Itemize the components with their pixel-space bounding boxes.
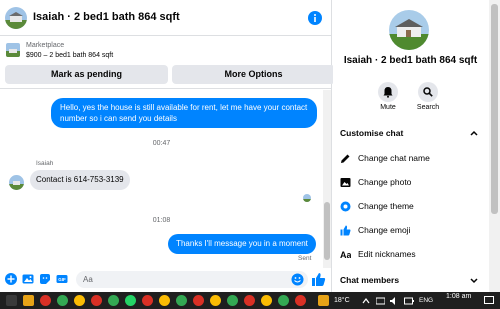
listing-tag: Marketplace [26, 42, 65, 49]
chrome-icon[interactable] [278, 295, 289, 306]
outgoing-message[interactable]: Thanks I'll message you in a moment [168, 234, 316, 254]
search-icon [423, 87, 433, 97]
message-input-placeholder: Aa [83, 275, 93, 284]
weather-temperature[interactable]: 18°C [334, 297, 350, 304]
nickname-icon: Aa [340, 250, 351, 260]
chrome-icon[interactable] [91, 295, 102, 306]
option-change-emoji[interactable]: Change emoji [340, 224, 485, 238]
gif-icon[interactable]: GIF [56, 273, 68, 285]
start-icon[interactable] [6, 295, 17, 306]
chrome-icon[interactable] [193, 295, 204, 306]
option-label: Change photo [358, 177, 412, 187]
battery-icon[interactable] [404, 297, 414, 305]
clock[interactable]: 1:08 am [446, 293, 471, 300]
chevron-up-icon[interactable] [362, 297, 370, 305]
like-icon[interactable] [311, 272, 326, 287]
chrome-icon[interactable] [57, 295, 68, 306]
chrome-icon[interactable] [227, 295, 238, 306]
conversation-details-panel: Isaiah · 2 bed1 bath 864 sqft Mute Searc… [333, 0, 488, 292]
message-input[interactable]: Aa [76, 271, 308, 288]
option-change-chat-name[interactable]: Change chat name [340, 152, 485, 166]
option-change-photo[interactable]: Change photo [340, 176, 485, 190]
chrome-icon[interactable] [176, 295, 187, 306]
volume-icon[interactable] [390, 297, 399, 305]
sticker-icon[interactable] [39, 273, 51, 285]
theme-icon [340, 201, 351, 212]
option-label: Edit nicknames [358, 249, 416, 259]
more-options-button[interactable]: More Options [172, 65, 335, 84]
message-composer: GIF Aa [0, 268, 331, 292]
whatsapp-icon[interactable] [125, 295, 136, 306]
conversation-avatar[interactable] [389, 10, 429, 50]
network-icon[interactable] [376, 297, 385, 305]
sender-avatar[interactable] [9, 175, 24, 190]
chevron-down-icon[interactable] [469, 275, 479, 285]
language-indicator[interactable]: ENG [419, 297, 433, 304]
pencil-icon [341, 154, 350, 163]
chat-header: Isaiah · 2 bed1 bath 864 sqft [0, 0, 331, 36]
search-label: Search [416, 104, 440, 111]
search-button[interactable] [418, 82, 438, 102]
outgoing-message[interactable]: Hello, yes the house is still available … [51, 98, 317, 128]
sender-name: Isaiah [36, 160, 54, 167]
chat-members-heading[interactable]: Chat members [340, 275, 399, 285]
app-icon[interactable] [40, 295, 51, 306]
emoji-icon[interactable] [291, 273, 304, 286]
panel-scrollbar[interactable] [489, 0, 500, 292]
option-edit-nicknames[interactable]: Aa Edit nicknames [340, 248, 485, 262]
chrome-icon[interactable] [159, 295, 170, 306]
bell-icon [383, 87, 393, 98]
chrome-icon[interactable] [142, 295, 153, 306]
taskbar: 18°C ENG 1:08 am [0, 292, 500, 309]
message-thread: Hello, yes the house is still available … [0, 90, 331, 268]
read-receipt-avatar [303, 194, 311, 202]
file-explorer-icon[interactable] [23, 295, 34, 306]
image-icon[interactable] [22, 273, 34, 285]
listing-summary[interactable]: $900 – 2 bed1 bath 864 sqft [26, 52, 113, 59]
customise-chat-heading[interactable]: Customise chat [340, 128, 403, 138]
mute-label: Mute [380, 104, 396, 111]
like-icon [340, 225, 351, 236]
mark-as-pending-button[interactable]: Mark as pending [5, 65, 168, 84]
mute-button[interactable] [378, 82, 398, 102]
timestamp: 00:47 [152, 140, 171, 147]
option-label: Change theme [358, 201, 414, 211]
svg-text:GIF: GIF [58, 277, 66, 282]
plus-circle-icon[interactable] [5, 273, 17, 285]
chrome-icon[interactable] [295, 295, 306, 306]
scroll-thumb[interactable] [491, 4, 498, 214]
option-label: Change emoji [358, 225, 411, 235]
chrome-icon[interactable] [210, 295, 221, 306]
conversation-title: Isaiah · 2 bed1 bath 864 sqft [343, 55, 478, 66]
chrome-icon[interactable] [74, 295, 85, 306]
avatar[interactable] [5, 7, 27, 29]
sent-status: Sent [298, 255, 312, 262]
chat-title[interactable]: Isaiah · 2 bed1 bath 864 sqft [33, 11, 180, 23]
chrome-icon[interactable] [261, 295, 272, 306]
chat-window: Isaiah · 2 bed1 bath 864 sqft Marketplac… [0, 0, 335, 292]
info-icon[interactable] [308, 11, 322, 25]
chrome-icon[interactable] [108, 295, 119, 306]
chevron-up-icon[interactable] [469, 128, 479, 138]
listing-thumbnail[interactable] [6, 43, 20, 57]
scroll-thumb[interactable] [324, 202, 330, 260]
timestamp: 01:08 [152, 217, 171, 224]
option-change-theme[interactable]: Change theme [340, 200, 485, 214]
option-label: Change chat name [358, 153, 430, 163]
photo-icon [340, 178, 351, 187]
svg-text:Aa: Aa [340, 250, 351, 260]
chrome-icon[interactable] [244, 295, 255, 306]
incoming-message[interactable]: Contact is 614-753-3139 [30, 170, 130, 190]
thread-scrollbar[interactable] [323, 90, 331, 268]
notification-icon[interactable] [484, 296, 494, 305]
weather-icon[interactable] [318, 295, 329, 306]
